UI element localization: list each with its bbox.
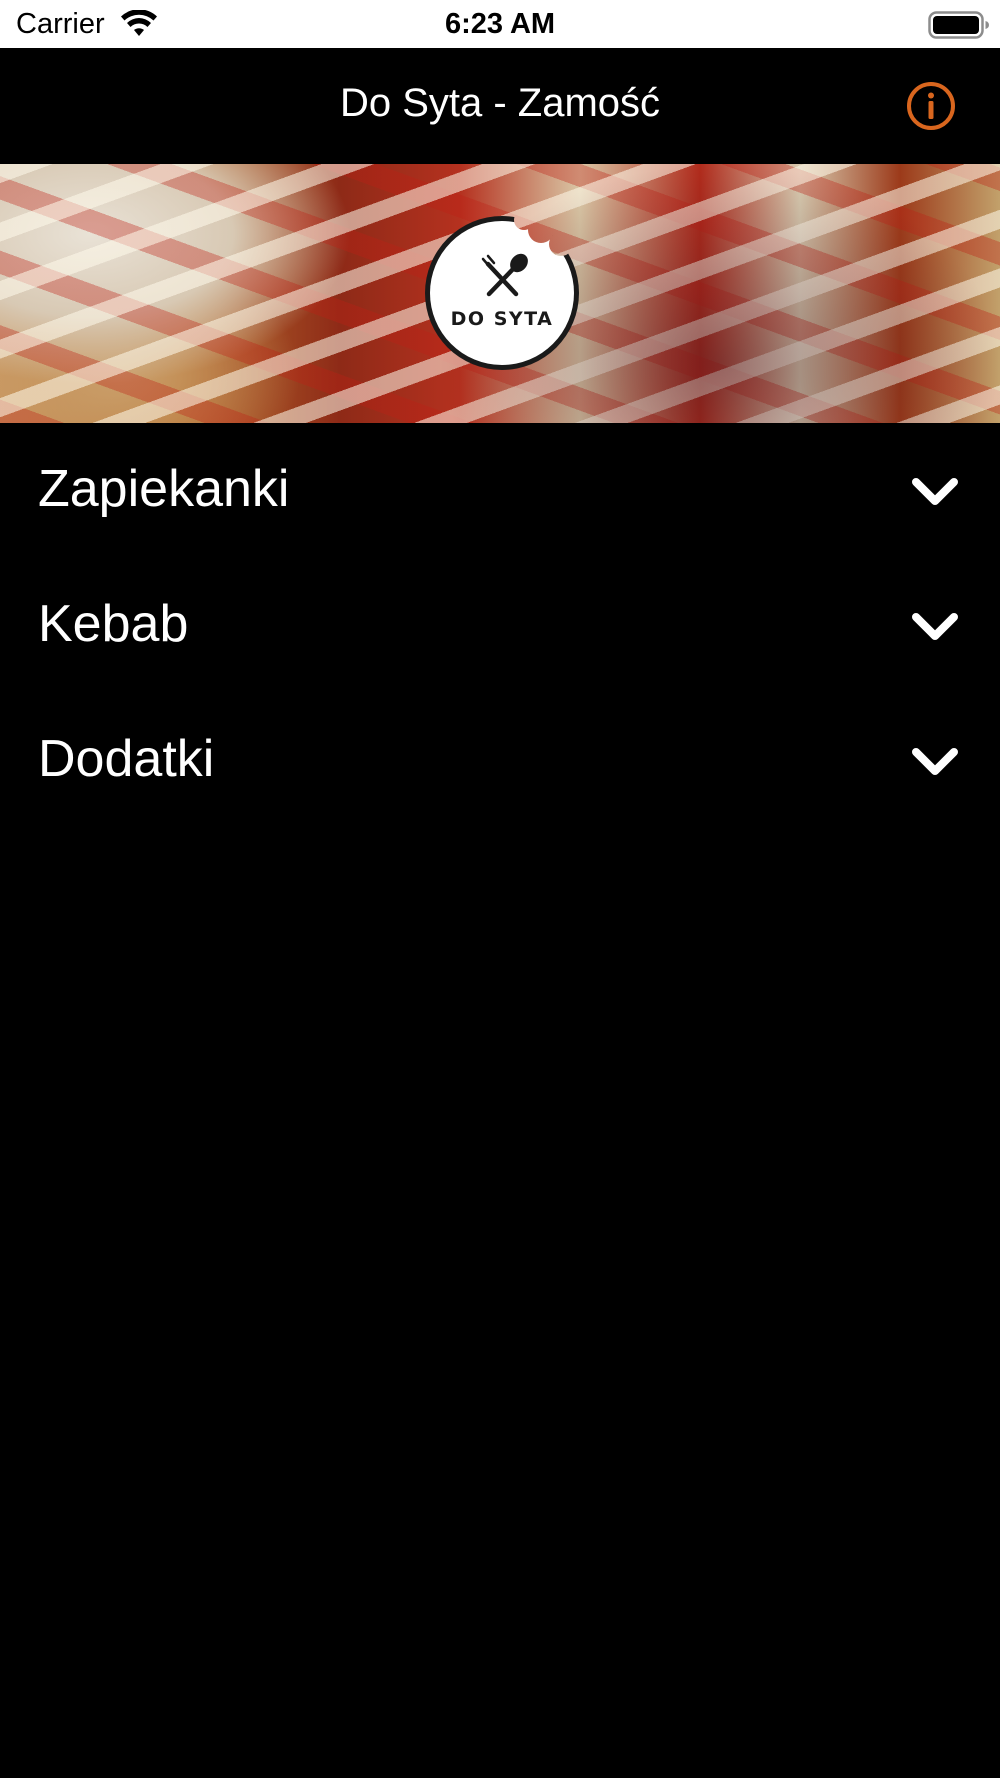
info-circle-icon[interactable] xyxy=(906,81,956,131)
page-title: Do Syta - Zamość xyxy=(339,81,661,125)
menu-category-zapiekanki[interactable]: Zapiekanki xyxy=(0,423,1000,558)
navigation-bar: Do Syta - Zamość xyxy=(0,48,1000,164)
menu-category-label: Dodatki xyxy=(38,730,215,788)
chevron-down-icon xyxy=(912,478,958,505)
status-bar: Carrier 6:23 AM xyxy=(0,0,1000,48)
chevron-down-icon xyxy=(912,613,958,640)
menu-category-label: Kebab xyxy=(38,595,189,653)
menu-category-label: Zapiekanki xyxy=(38,460,290,518)
menu-category-kebab[interactable]: Kebab xyxy=(0,558,1000,693)
svg-text:DO SYTA: DO SYTA xyxy=(451,308,554,330)
menu-category-dodatki[interactable]: Dodatki xyxy=(0,693,1000,828)
do-syta-logo: DO SYTA xyxy=(425,216,579,370)
hero-banner-image: DO SYTA xyxy=(0,164,1000,423)
battery-full-icon xyxy=(928,11,989,39)
menu-category-list: Zapiekanki Kebab Dodatki xyxy=(0,423,1000,828)
status-time: 6:23 AM xyxy=(444,8,556,40)
chevron-down-icon xyxy=(912,748,958,775)
